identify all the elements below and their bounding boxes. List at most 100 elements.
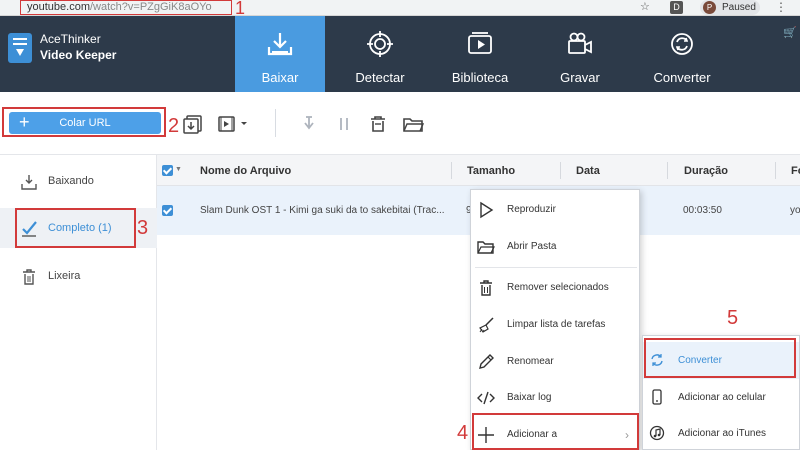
file-name: Slam Dunk OST 1 - Kimi ga suki da to sak… — [200, 205, 445, 216]
library-icon — [468, 32, 492, 54]
folder-icon — [477, 241, 495, 254]
trash-icon — [480, 280, 492, 296]
menu-item-renomear[interactable]: Renomear — [471, 346, 639, 378]
camera-icon — [568, 32, 592, 54]
download-arrow-icon[interactable] — [298, 114, 320, 134]
submenu-item-celular[interactable]: Adicionar ao celular — [643, 379, 799, 416]
column-header-size[interactable]: Tamanho — [467, 165, 515, 177]
code-icon — [477, 391, 495, 405]
menu-item-label: Reproduzir — [507, 204, 556, 215]
download-to-folder-icon[interactable] — [182, 114, 204, 134]
sidebar-item-label: Lixeira — [48, 270, 81, 282]
menu-item-limpar-lista[interactable]: Limpar lista de tarefas — [471, 309, 639, 341]
bookmark-star-icon[interactable]: ☆ — [640, 1, 650, 14]
toolbar: + Colar URL 2 — [0, 92, 800, 155]
annotation-number: 5 — [727, 307, 739, 329]
row-checkbox[interactable] — [162, 205, 173, 216]
paste-url-label: Colar URL — [59, 117, 111, 129]
nav-tab-biblioteca[interactable]: Biblioteca — [435, 16, 525, 92]
submenu-item-label: Adicionar ao celular — [678, 392, 766, 403]
sidebar-item-baixando[interactable]: Baixando — [0, 161, 157, 201]
app-logo-icon — [8, 33, 32, 63]
submenu-item-itunes[interactable]: Adicionar ao iTunes — [643, 415, 799, 450]
nav-tab-baixar[interactable]: Baixar — [235, 16, 325, 92]
app-header: AceThinker Video Keeper Baixar Detectar … — [0, 16, 800, 92]
url-host: youtube.com — [27, 1, 90, 13]
extension-icon[interactable]: D — [670, 1, 683, 14]
select-dropdown-icon[interactable]: ▼ — [175, 166, 182, 173]
sidebar-item-label: Baixando — [48, 175, 94, 187]
download-tray-icon — [21, 175, 37, 190]
avatar: P — [703, 1, 716, 14]
menu-item-label: Limpar lista de tarefas — [507, 319, 606, 330]
column-header-name[interactable]: Nome do Arquivo — [200, 165, 291, 177]
paused-label: Paused — [722, 2, 756, 13]
toolbar-divider — [275, 109, 276, 137]
target-icon — [367, 31, 393, 57]
menu-item-abrir-pasta[interactable]: Abrir Pasta — [471, 231, 639, 263]
trash-icon[interactable] — [367, 114, 389, 134]
video-format-dropdown-icon[interactable] — [217, 114, 251, 134]
menu-divider — [475, 267, 637, 268]
nav-tab-detectar[interactable]: Detectar — [335, 16, 425, 92]
column-header-date[interactable]: Data — [576, 165, 600, 177]
app-name-line1: AceThinker — [40, 32, 101, 46]
column-divider — [560, 162, 561, 179]
annotation-box-adicionar-a — [472, 413, 639, 450]
annotation-box-paste-url: + Colar URL — [2, 107, 166, 137]
phone-icon — [652, 389, 662, 405]
nav-tab-label: Gravar — [560, 70, 600, 85]
submenu-item-label: Adicionar ao iTunes — [678, 428, 767, 439]
column-divider — [667, 162, 668, 179]
column-header-duration[interactable]: Duração — [684, 165, 728, 177]
annotation-box-converter — [644, 338, 796, 378]
column-divider — [451, 162, 452, 179]
app-name: AceThinker Video Keeper — [40, 31, 116, 63]
menu-item-label: Baixar log — [507, 392, 552, 403]
file-duration: 00:03:50 — [683, 205, 722, 216]
nav-tab-label: Converter — [653, 70, 711, 85]
menu-item-label: Abrir Pasta — [507, 241, 557, 252]
context-menu: Reproduzir Abrir Pasta Remover seleciona… — [470, 189, 640, 450]
column-header-format[interactable]: Fo — [791, 165, 800, 177]
menu-item-label: Remover selecionados — [507, 282, 609, 293]
menu-item-reproduzir[interactable]: Reproduzir — [471, 194, 639, 226]
broom-icon — [479, 317, 494, 333]
music-icon — [649, 425, 665, 441]
browser-toolbar: youtube.com/watch?v=PZgGiK8aOYo ☆ D P Pa… — [0, 0, 800, 16]
convert-icon — [671, 33, 693, 55]
menu-item-remover-selecionados[interactable]: Remover selecionados — [471, 272, 639, 304]
annotation-box-completo — [15, 208, 136, 248]
table-header: ▼ Nome do Arquivo Tamanho Data Duração F… — [157, 155, 800, 186]
download-icon — [267, 33, 293, 56]
sidebar: Baixando Completo (1) Lixeira — [0, 155, 157, 450]
app-window: youtube.com/watch?v=PZgGiK8aOYo ☆ D P Pa… — [0, 0, 800, 450]
trash-icon — [23, 269, 35, 285]
select-all-checkbox[interactable] — [162, 165, 173, 176]
nav-tab-label: Baixar — [261, 70, 299, 85]
nav-tab-label: Biblioteca — [451, 70, 509, 85]
menu-item-label: Renomear — [507, 356, 554, 367]
nav-tab-converter[interactable]: Converter — [637, 16, 727, 92]
sidebar-item-lixeira[interactable]: Lixeira — [0, 256, 157, 296]
annotation-number: 2 — [168, 115, 180, 137]
file-format: yo — [790, 205, 800, 216]
browser-menu-icon[interactable]: ⋮ — [775, 0, 787, 15]
profile-paused-button[interactable]: P Paused — [700, 0, 760, 15]
annotation-number: 3 — [137, 217, 149, 239]
nav-tab-label: Detectar — [355, 70, 405, 85]
menu-item-baixar-log[interactable]: Baixar log — [471, 382, 639, 414]
paste-url-button[interactable]: + Colar URL — [9, 112, 161, 134]
column-divider — [775, 162, 776, 179]
app-name-line2: Video Keeper — [40, 48, 117, 62]
folder-icon[interactable] — [402, 114, 424, 134]
nav-tab-gravar[interactable]: Gravar — [535, 16, 625, 92]
annotation-number: 1 — [235, 0, 246, 18]
url-path: /watch?v=PZgGiK8aOYo — [89, 1, 212, 13]
address-bar[interactable]: youtube.com/watch?v=PZgGiK8aOYo — [20, 0, 232, 15]
play-icon — [480, 201, 494, 219]
cart-icon[interactable]: 🛒 — [783, 27, 797, 39]
pencil-icon — [479, 354, 494, 369]
annotation-number: 4 — [457, 422, 469, 444]
pause-icon[interactable] — [333, 114, 355, 134]
